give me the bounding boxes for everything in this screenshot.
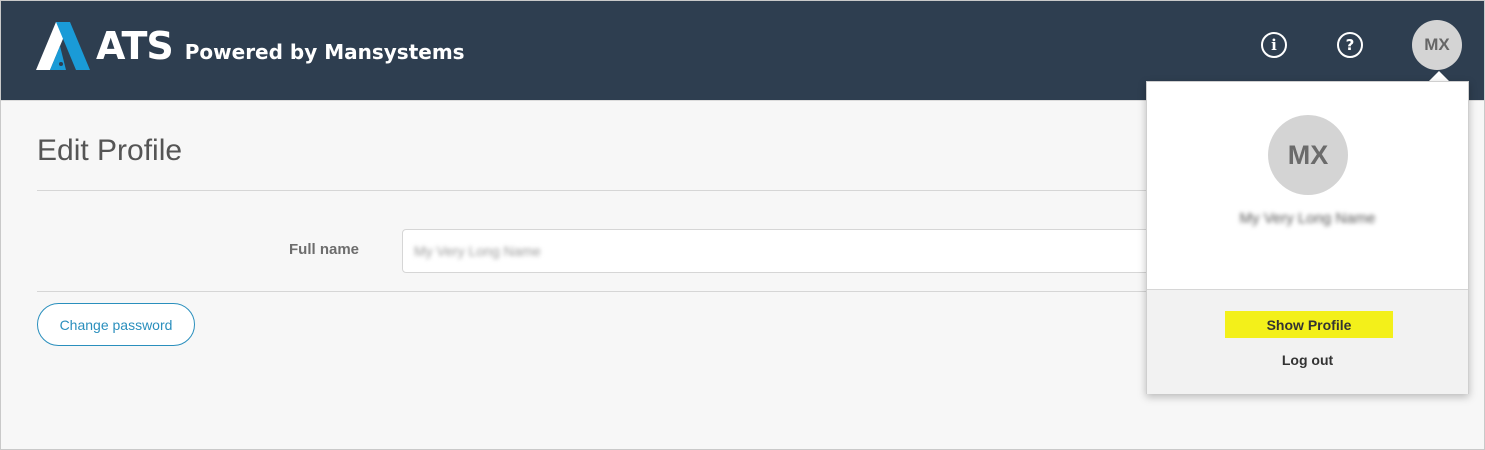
divider xyxy=(37,190,1167,191)
change-password-button[interactable]: Change password xyxy=(37,303,195,346)
logo-subtitle: Powered by Mansystems xyxy=(184,40,465,64)
ats-logo[interactable]: ATS Powered by Mansystems xyxy=(36,21,465,71)
full-name-value: My Very Long Name xyxy=(414,243,541,259)
app-window: ATS Powered by Mansystems i ? MX Edit Pr… xyxy=(0,0,1485,450)
profile-avatar: MX xyxy=(1268,115,1348,195)
page-title: Edit Profile xyxy=(37,134,183,167)
divider xyxy=(37,291,1167,292)
full-name-input[interactable]: My Very Long Name xyxy=(402,229,1162,273)
profile-dropdown-menu: MX My Very Long Name Show Profile Log ou… xyxy=(1146,81,1469,394)
help-icon[interactable]: ? xyxy=(1337,32,1363,58)
user-avatar-button[interactable]: MX xyxy=(1412,20,1462,70)
info-icon[interactable]: i xyxy=(1261,32,1287,58)
profile-menu-actions: Show Profile Log out xyxy=(1147,289,1468,394)
show-profile-menu-item[interactable]: Show Profile xyxy=(1225,311,1393,338)
logout-menu-item[interactable]: Log out xyxy=(1147,352,1468,368)
profile-user-name: My Very Long Name xyxy=(1239,210,1376,227)
ats-logo-mark-icon xyxy=(36,22,90,70)
logo-text: ATS xyxy=(96,24,174,68)
full-name-label: Full name xyxy=(289,241,360,258)
